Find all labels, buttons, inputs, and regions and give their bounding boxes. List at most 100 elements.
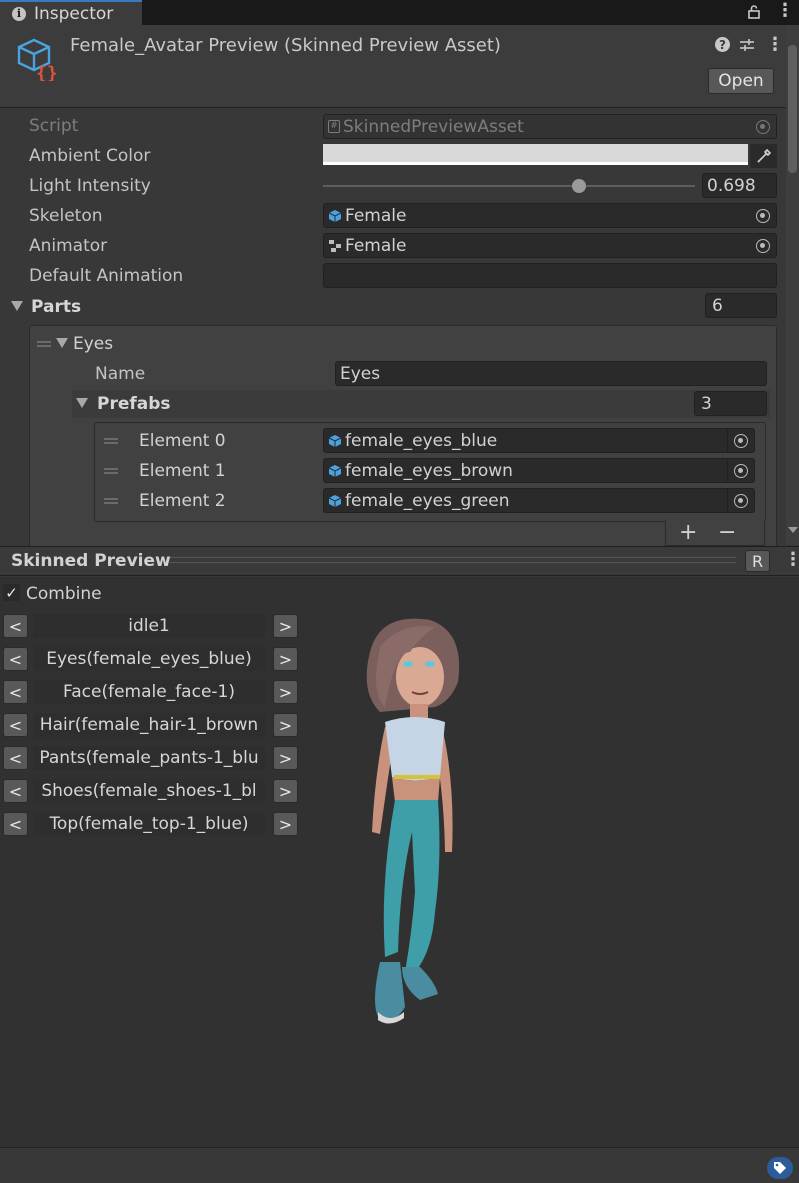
animator-label: Animator: [29, 236, 108, 256]
tab-menu-icon[interactable]: ⋮: [776, 2, 794, 20]
element-field[interactable]: female_eyes_green: [323, 488, 755, 513]
prev-button[interactable]: <: [3, 812, 28, 836]
parts-foldout-icon[interactable]: [11, 301, 23, 311]
part-selector-label: Hair(female_hair-1_brown: [33, 713, 265, 737]
parts-count-input[interactable]: 6: [705, 293, 777, 318]
next-button[interactable]: >: [273, 680, 298, 704]
element-value: female_eyes_brown: [345, 460, 513, 481]
next-button[interactable]: >: [273, 647, 298, 671]
name-input[interactable]: Eyes: [335, 361, 767, 386]
light-intensity-slider-track[interactable]: [323, 185, 695, 187]
object-picker-icon[interactable]: [734, 434, 748, 448]
object-picker-icon[interactable]: [734, 464, 748, 478]
scrollbar-thumb[interactable]: [788, 45, 797, 173]
part-selector-label: Face(female_face-1): [33, 680, 265, 704]
ambient-color-swatch[interactable]: [323, 144, 748, 165]
inspector-footer: [0, 1147, 799, 1183]
script-field: # SkinnedPreviewAsset: [323, 114, 777, 139]
prefab-cube-icon: [328, 494, 342, 507]
next-button[interactable]: >: [273, 746, 298, 770]
remove-element-button[interactable]: −: [718, 520, 736, 545]
light-intensity-slider-thumb[interactable]: [572, 179, 586, 193]
animator-field[interactable]: Female: [323, 233, 777, 258]
tab-label: Inspector: [34, 3, 114, 24]
skeleton-field[interactable]: Female: [323, 203, 777, 228]
preset-settings-icon[interactable]: [739, 37, 755, 53]
prefabs-count-input[interactable]: 3: [694, 391, 767, 416]
lock-icon[interactable]: [747, 4, 761, 19]
prev-button[interactable]: <: [3, 746, 28, 770]
prefabs-label[interactable]: Prefabs: [97, 394, 171, 414]
animator-controller-icon: [329, 239, 341, 252]
skeleton-label: Skeleton: [29, 206, 103, 226]
add-element-button[interactable]: +: [679, 520, 697, 545]
prev-button[interactable]: <: [3, 614, 28, 638]
eyedropper-icon: [756, 148, 771, 163]
inspector-title: Female_Avatar Preview (Skinned Preview A…: [70, 35, 501, 56]
tab-inspector[interactable]: i Inspector: [0, 0, 142, 25]
element-label: Element 1: [139, 461, 226, 481]
combine-label[interactable]: Combine: [26, 584, 102, 604]
prefabs-foldout-icon[interactable]: [76, 398, 88, 408]
eyes-foldout-icon[interactable]: [56, 338, 68, 348]
element-field[interactable]: female_eyes_brown: [323, 458, 755, 483]
drag-handle-icon[interactable]: [104, 468, 118, 474]
script-value: SkinnedPreviewAsset: [343, 116, 524, 137]
svg-text:{}: {}: [36, 63, 58, 81]
script-label: Script: [29, 116, 79, 136]
asset-script-icon: {}: [17, 38, 58, 81]
parts-label[interactable]: Parts: [31, 297, 81, 317]
prev-button[interactable]: <: [3, 713, 28, 737]
prefab-cube-icon: [328, 434, 342, 447]
object-picker-icon[interactable]: [756, 209, 770, 223]
combine-checkbox[interactable]: ✓: [3, 584, 20, 602]
next-button[interactable]: >: [273, 812, 298, 836]
light-intensity-value: 0.698: [707, 175, 756, 196]
animator-value: Female: [345, 235, 407, 256]
prev-button[interactable]: <: [3, 779, 28, 803]
light-intensity-input[interactable]: 0.698: [702, 173, 777, 198]
default-animation-label: Default Animation: [29, 266, 184, 286]
object-picker-icon[interactable]: [734, 494, 748, 508]
skeleton-value: Female: [345, 205, 407, 226]
part-selector-label: Shoes(female_shoes-1_bl: [33, 779, 265, 803]
drag-handle-icon[interactable]: [104, 498, 118, 504]
next-button[interactable]: >: [273, 614, 298, 638]
skinned-preview-title: Skinned Preview: [11, 551, 171, 571]
reset-view-button[interactable]: R: [745, 550, 770, 572]
drag-handle-icon[interactable]: [104, 438, 118, 444]
eyes-item-label[interactable]: Eyes: [73, 334, 113, 354]
prev-button[interactable]: <: [3, 647, 28, 671]
script-file-icon: #: [328, 120, 340, 133]
resize-grip[interactable]: [170, 557, 736, 563]
element-label: Element 2: [139, 491, 226, 511]
element-value: female_eyes_blue: [345, 430, 498, 451]
asset-labels-button[interactable]: [767, 1157, 793, 1179]
prefabs-header: [72, 390, 770, 418]
light-intensity-label: Light Intensity: [29, 176, 151, 196]
animation-selector-label: idle1: [33, 614, 265, 638]
scroll-down-arrow-icon[interactable]: [788, 527, 798, 533]
open-button[interactable]: Open: [708, 68, 774, 94]
prefab-cube-icon: [328, 464, 342, 477]
element-label: Element 0: [139, 431, 226, 451]
eyedropper-button[interactable]: [750, 144, 777, 168]
prev-button[interactable]: <: [3, 680, 28, 704]
name-value: Eyes: [340, 363, 381, 384]
next-button[interactable]: >: [273, 779, 298, 803]
drag-handle-icon[interactable]: [37, 341, 51, 347]
ambient-color-label: Ambient Color: [29, 146, 151, 166]
info-icon: i: [12, 6, 26, 21]
object-picker-icon[interactable]: [756, 239, 770, 253]
tag-icon: [774, 1162, 786, 1174]
prefab-cube-icon: [328, 209, 342, 222]
next-button[interactable]: >: [273, 713, 298, 737]
default-animation-input[interactable]: [323, 263, 777, 288]
name-label: Name: [95, 364, 146, 384]
help-icon[interactable]: ?: [715, 37, 730, 52]
preview-menu-icon[interactable]: ⋮: [784, 551, 799, 569]
object-picker-icon: [756, 120, 770, 134]
element-field[interactable]: female_eyes_blue: [323, 428, 755, 453]
header-menu-icon[interactable]: ⋮: [766, 36, 784, 54]
character-model: [366, 618, 460, 1024]
